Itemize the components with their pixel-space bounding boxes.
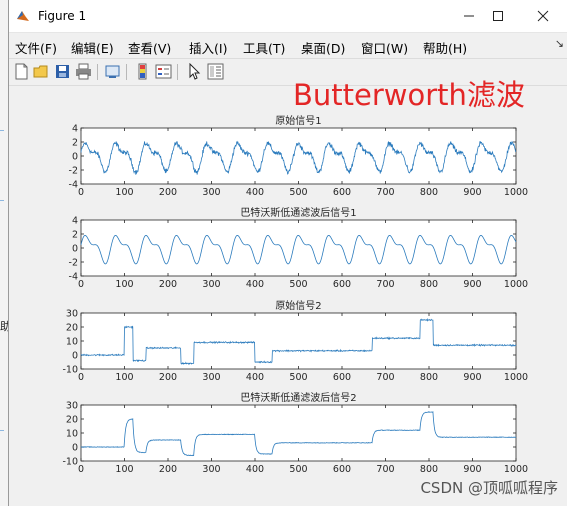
y-tick-label: -2 <box>69 166 78 177</box>
x-tick-label: 500 <box>289 372 307 383</box>
figure-window: Figure 1 文件(F) 编辑(E) 查看(V) 插入(I) 工具(T) 桌… <box>8 0 567 506</box>
axes-4[interactable]: 巴特沃斯低通滤波后信号20 100 200 300 400 500 600 700 800 900… <box>62 391 528 475</box>
x-tick-label: 800 <box>420 279 438 290</box>
x-tick-label: 600 <box>333 279 351 290</box>
y-tick-label: 0 <box>72 244 78 255</box>
background-mark <box>0 200 4 201</box>
x-tick-label: 900 <box>463 187 481 198</box>
axes-3[interactable]: 原始信号20 100 200 300 400 500 600 700 800 900 1000-10… <box>62 299 528 383</box>
x-tick-label: 900 <box>463 372 481 383</box>
axes-2[interactable]: 巴特沃斯低通滤波后信号1 0 100 200 300 400 500 600 700 800 900… <box>69 206 529 290</box>
y-tick-label: 30 <box>66 401 78 412</box>
y-tick-label: 10 <box>66 429 78 440</box>
x-tick-label: 400 <box>246 279 264 290</box>
y-tick-label: 0 <box>72 351 78 362</box>
y-tick-label: 2 <box>72 230 78 241</box>
watermark-text: CSDN @顶呱呱程序 <box>420 479 558 497</box>
x-tick-label: 1000 <box>504 187 528 198</box>
x-tick-label: 300 <box>202 372 220 383</box>
figure-plot-area[interactable]: 原始信号10 100 200 300 400 500 600 700 800 900 1000-4-… <box>9 0 567 506</box>
x-tick-label: 100 <box>115 187 133 198</box>
x-tick-label: 1000 <box>504 372 528 383</box>
x-tick-label: 600 <box>333 372 351 383</box>
x-tick-label: 200 <box>159 372 177 383</box>
x-tick-label: 200 <box>159 464 177 475</box>
x-tick-label: 300 <box>202 279 220 290</box>
x-tick-label: 700 <box>376 187 394 198</box>
y-tick-label: 20 <box>66 415 78 426</box>
y-tick-label: -4 <box>69 180 78 191</box>
y-tick-label: 4 <box>72 124 78 135</box>
y-tick-label: 30 <box>66 309 78 320</box>
x-tick-label: 700 <box>376 464 394 475</box>
x-tick-label: 900 <box>463 464 481 475</box>
background-mark <box>0 130 4 131</box>
x-tick-label: 800 <box>420 464 438 475</box>
axes-title: 巴特沃斯低通滤波后信号2 <box>240 391 356 404</box>
y-tick-label: -10 <box>62 457 78 468</box>
background-mark <box>0 430 4 431</box>
x-tick-label: 800 <box>420 372 438 383</box>
axes-title: 原始信号1 <box>275 114 321 127</box>
y-tick-label: 20 <box>66 323 78 334</box>
x-tick-label: 200 <box>159 279 177 290</box>
x-tick-label: 300 <box>202 464 220 475</box>
x-tick-label: 300 <box>202 187 220 198</box>
x-tick-label: 1000 <box>504 279 528 290</box>
y-tick-label: -10 <box>62 365 78 376</box>
x-tick-label: 400 <box>246 464 264 475</box>
x-tick-label: 100 <box>115 279 133 290</box>
x-tick-label: 100 <box>115 372 133 383</box>
axes-1[interactable]: 原始信号1 0 100 200 300 400 500 600 700 800 900 1000 -4 -… <box>69 114 529 198</box>
x-tick-label: 0 <box>78 187 84 198</box>
x-tick-label: 0 <box>78 372 84 383</box>
x-tick-label: 200 <box>159 187 177 198</box>
axes-box <box>80 312 517 370</box>
x-tick-label: 700 <box>376 279 394 290</box>
y-tick-label: -2 <box>69 258 78 269</box>
x-tick-label: 1000 <box>504 464 528 475</box>
x-tick-label: 100 <box>115 464 133 475</box>
x-tick-label: 400 <box>246 187 264 198</box>
axes-box <box>80 219 517 277</box>
y-tick-label: 4 <box>72 216 78 227</box>
axes-title: 巴特沃斯低通滤波后信号1 <box>240 206 356 219</box>
x-tick-label: 500 <box>289 464 307 475</box>
x-tick-label: 0 <box>78 464 84 475</box>
x-tick-label: 600 <box>333 187 351 198</box>
axes-box <box>80 127 517 185</box>
x-tick-label: 800 <box>420 187 438 198</box>
axes-box <box>80 404 517 462</box>
y-tick-label: 0 <box>72 443 78 454</box>
x-tick-label: 700 <box>376 372 394 383</box>
x-tick-label: 400 <box>246 372 264 383</box>
y-tick-label: 10 <box>66 337 78 348</box>
axes-title: 原始信号2 <box>275 299 321 312</box>
y-tick-label: 0 <box>72 152 78 163</box>
x-tick-label: 500 <box>289 187 307 198</box>
x-tick-label: 600 <box>333 464 351 475</box>
x-tick-label: 900 <box>463 279 481 290</box>
y-tick-label: 2 <box>72 138 78 149</box>
x-tick-label: 0 <box>78 279 84 290</box>
x-tick-label: 500 <box>289 279 307 290</box>
y-tick-label: -4 <box>69 272 78 283</box>
